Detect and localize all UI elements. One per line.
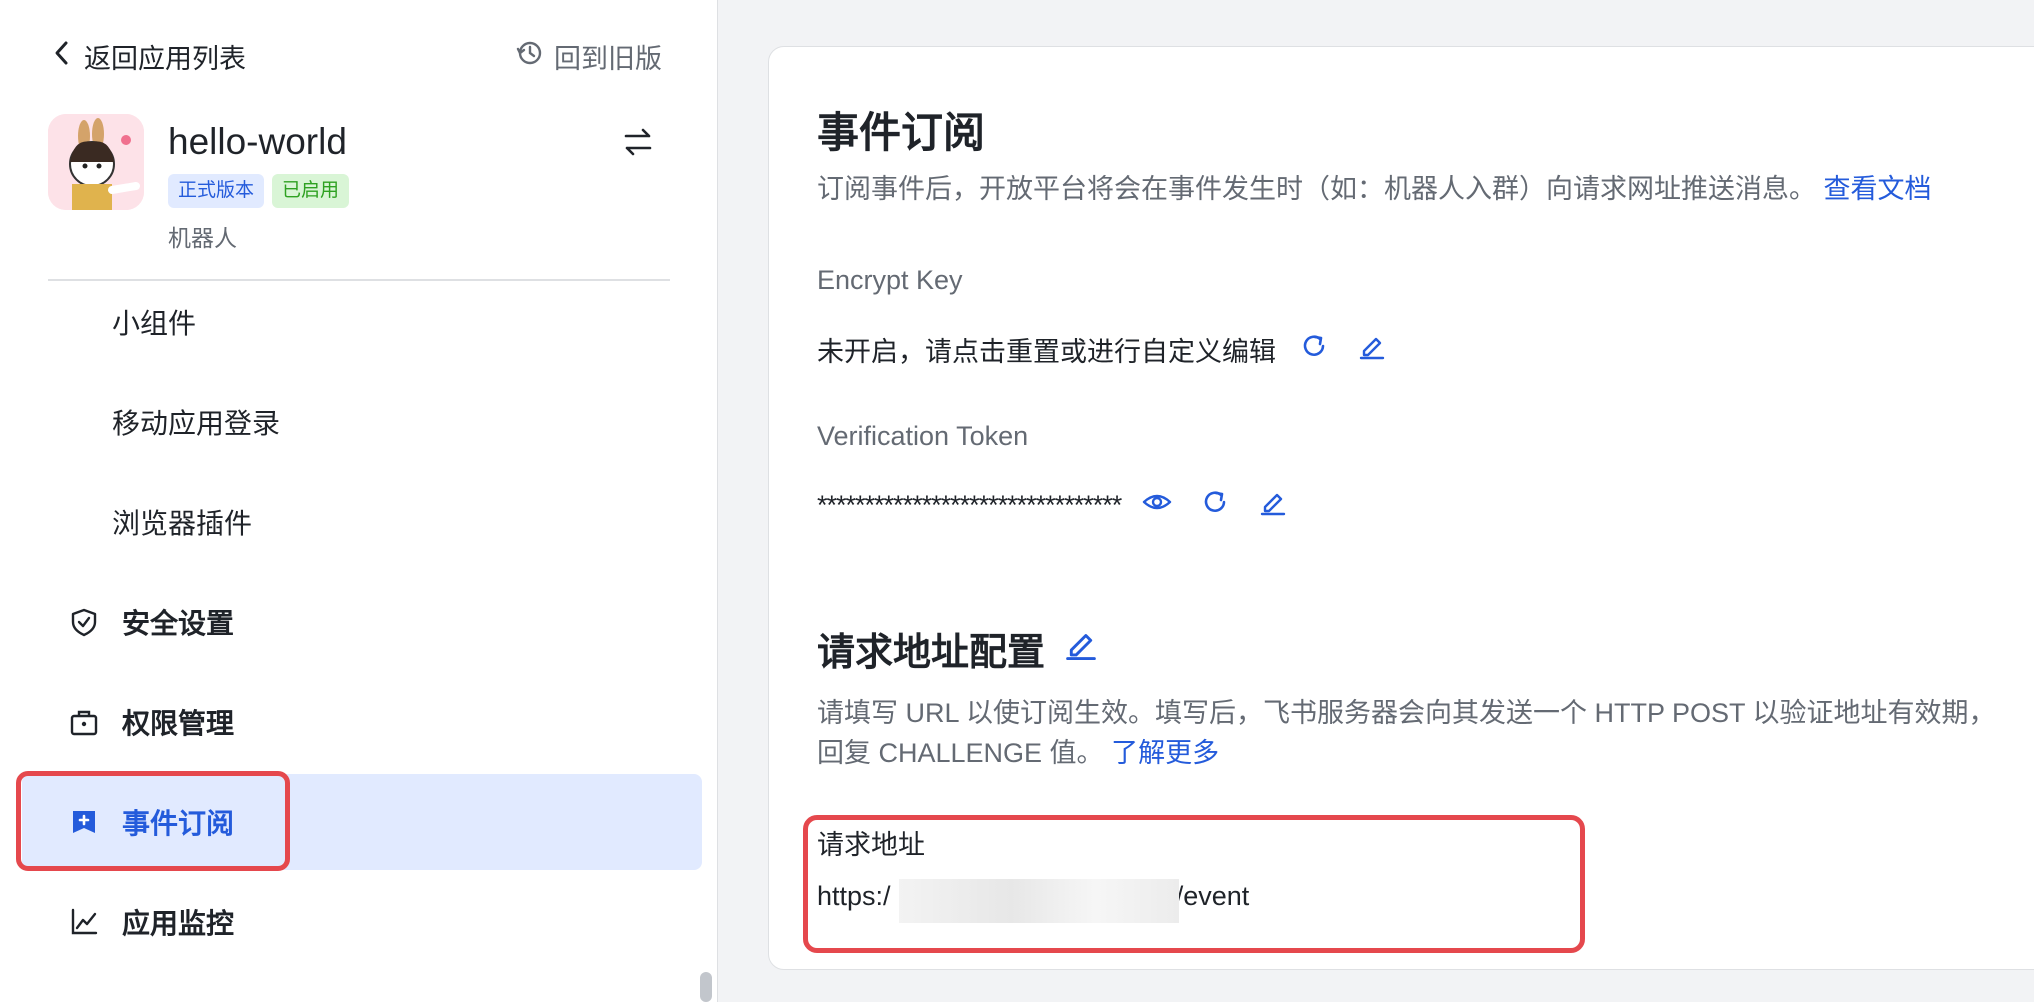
chevron-left-icon [52,39,72,74]
sidebar: 返回应用列表 回到旧版 hello-world 正式版本 已启用 机器人 小组件… [0,0,718,1002]
edit-pencil-icon [1064,627,1098,671]
app-info-card: hello-world 正式版本 已启用 机器人 [48,114,670,264]
shield-check-icon [68,606,100,638]
sidebar-item-permissions[interactable]: 权限管理 [0,674,718,770]
encrypt-key-label: Encrypt Key [817,265,963,295]
verification-token-value: ******************************** [817,489,1122,520]
url-config-description: 请填写 URL 以使订阅生效。填写后，飞书服务器会向其发送一个 HTTP POS… [817,693,1996,773]
sidebar-item-label: 安全设置 [122,608,235,639]
eye-icon [1142,488,1172,523]
old-version-label: 回到旧版 [554,43,662,74]
event-description-text: 订阅事件后，开放平台将会在事件发生时（如：机器人入群）向请求网址推送消息。 [817,174,1816,204]
app-type-label: 机器人 [168,225,237,251]
sidebar-item-label: 事件订阅 [122,808,235,839]
verification-token-row: ******************************** [817,481,1293,529]
sidebar-item-security[interactable]: 安全设置 [0,574,718,670]
encrypt-key-row: 未开启，请点击重置或进行自定义编辑 [817,325,1392,373]
edit-url-config-button[interactable] [1061,629,1101,669]
url-description-line2: 回复 CHALLENGE 值。 [817,738,1104,768]
sidebar-item-label: 权限管理 [122,708,235,739]
view-docs-link[interactable]: 查看文档 [1824,174,1932,204]
sidebar-item-widgets[interactable]: 小组件 [0,274,718,370]
switch-arrows-icon [622,126,654,163]
app-name: hello-world [168,121,347,162]
edit-encrypt-key-button[interactable] [1352,329,1392,369]
old-version-link[interactable]: 回到旧版 [516,36,662,76]
sidebar-item-label: 应用监控 [122,908,235,939]
refresh-icon [1300,332,1328,367]
redacted-blur-patch [899,879,1179,923]
url-description-line1: 请填写 URL 以使订阅生效。填写后，飞书服务器会向其发送一个 HTTP POS… [817,698,1996,728]
line-chart-icon [68,906,100,938]
event-section-description: 订阅事件后，开放平台将会在事件发生时（如：机器人入群）向请求网址推送消息。 查看… [817,169,1932,209]
app-avatar [48,114,144,210]
url-description-line2-row: 回复 CHALLENGE 值。 了解更多 [817,733,1996,773]
sidebar-item-app-monitoring[interactable]: 应用监控 [0,874,718,970]
url-config-title: 请求地址配置 [817,632,1046,674]
edit-pencil-icon [1259,488,1287,523]
learn-more-link[interactable]: 了解更多 [1111,738,1219,768]
sidebar-item-label: 小组件 [112,308,197,339]
show-token-button[interactable] [1137,485,1177,525]
sidebar-item-browser-plugin[interactable]: 浏览器插件 [0,474,718,570]
enabled-status-badge: 已启用 [272,174,350,208]
briefcase-icon [68,706,100,738]
sidebar-item-mobile-login[interactable]: 移动应用登录 [0,374,718,470]
edit-pencil-icon [1358,332,1386,367]
back-to-app-list-link[interactable]: 返回应用列表 [52,36,246,76]
verification-token-label: Verification Token [817,421,1029,451]
event-add-icon [68,806,100,838]
sidebar-item-event-subscription[interactable]: 事件订阅 [0,774,718,870]
back-link-label: 返回应用列表 [84,43,246,74]
event-section-title: 事件订阅 [817,109,986,156]
encrypt-key-value: 未开启，请点击重置或进行自定义编辑 [817,336,1276,367]
reset-encrypt-key-button[interactable] [1294,329,1334,369]
request-url-label: 请求地址 [817,830,925,860]
sidebar-scrollbar[interactable] [700,972,712,1002]
release-version-badge: 正式版本 [168,174,265,208]
history-icon [516,39,544,74]
switch-app-button[interactable] [616,122,660,166]
reset-token-button[interactable] [1195,485,1235,525]
url-config-title-row: 请求地址配置 [817,621,1101,676]
sidebar-item-label: 移动应用登录 [112,408,281,439]
refresh-icon [1201,488,1229,523]
app-badges: 正式版本 已启用 [168,174,350,208]
event-subscription-panel: 事件订阅 订阅事件后，开放平台将会在事件发生时（如：机器人入群）向请求网址推送消… [768,46,2034,970]
sidebar-item-label: 浏览器插件 [112,508,253,539]
edit-token-button[interactable] [1253,485,1293,525]
